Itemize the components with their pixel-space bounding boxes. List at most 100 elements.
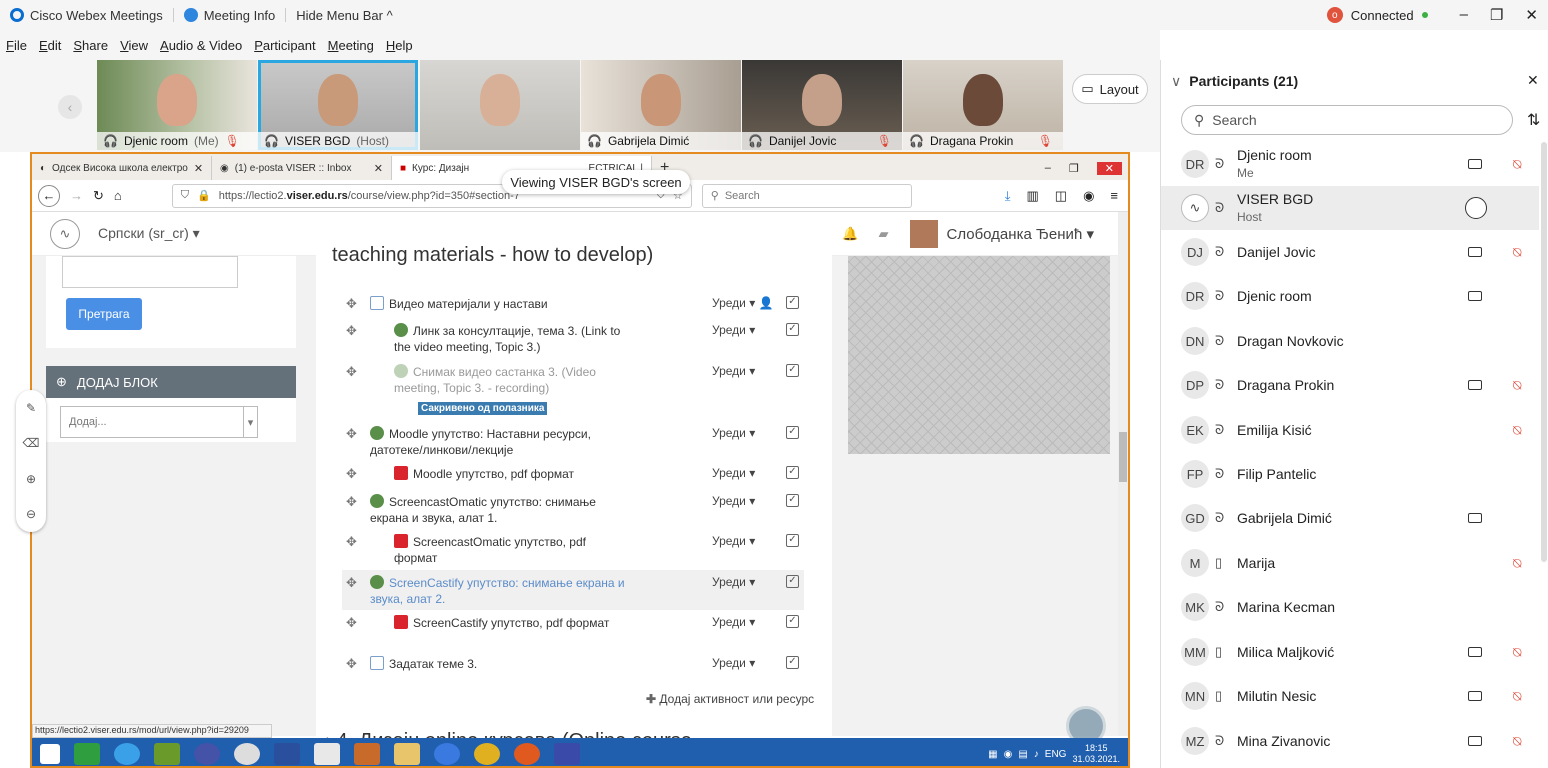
library-icon[interactable]: ▥ <box>1026 188 1038 204</box>
participant-row[interactable]: MM ▯ Milica Maljković ⍉ <box>1161 630 1539 674</box>
edit-menu[interactable]: Уреди ▾ <box>712 466 755 480</box>
menu-view[interactable]: View <box>120 38 148 53</box>
sidebar-icon[interactable]: ◫ <box>1055 188 1067 204</box>
move-icon[interactable]: ✥ <box>346 323 357 339</box>
completion-checkbox[interactable]: ✓ <box>786 534 799 547</box>
mic-muted-icon[interactable]: ⍉ <box>1513 156 1521 173</box>
participant-row[interactable]: DN ᘐ Dragan Novkovic <box>1161 319 1539 363</box>
mic-muted-icon[interactable]: ⍉ <box>1513 244 1521 261</box>
video-tile[interactable] <box>420 60 580 150</box>
volume-icon[interactable]: ♪ <box>1034 749 1039 760</box>
close-window-icon[interactable]: ✕ <box>1096 161 1122 175</box>
video-camera-icon[interactable] <box>1468 691 1482 701</box>
zoom-out-icon[interactable]: ⊖ <box>26 507 36 521</box>
activity-title[interactable]: Линк за консултације, тема 3. (Link to t… <box>394 324 620 354</box>
menu-edit[interactable]: Edit <box>39 38 61 53</box>
menu-meeting[interactable]: Meeting <box>328 38 374 53</box>
hamburger-menu-icon[interactable]: ≡ <box>1110 188 1118 204</box>
activity-title[interactable]: ScreenCastify упутство, pdf формат <box>413 616 609 630</box>
panel-scrollbar[interactable] <box>1541 142 1547 562</box>
close-window-icon[interactable]: ✕ <box>1525 6 1538 24</box>
mic-muted-icon[interactable]: ⍉ <box>1513 555 1521 572</box>
file-explorer-icon[interactable] <box>394 743 420 765</box>
move-icon[interactable]: ✥ <box>346 466 357 482</box>
app-icon[interactable] <box>274 743 300 765</box>
completion-checkbox[interactable]: ✓ <box>786 296 799 309</box>
activity-title[interactable]: Moodle упутство: Наставни ресурси, датот… <box>370 427 591 457</box>
network-icon[interactable]: ▤ <box>1018 749 1027 760</box>
user-menu[interactable]: Слободанка Ђенић ▾ <box>946 225 1094 243</box>
search-button[interactable]: Претрага <box>66 298 142 330</box>
chrome-icon[interactable] <box>474 743 500 765</box>
account-icon[interactable]: ◉ <box>1083 188 1094 204</box>
tray-icon[interactable]: ◉ <box>1004 749 1013 760</box>
edit-menu[interactable]: Уреди ▾ <box>712 323 755 337</box>
move-icon[interactable]: ✥ <box>346 426 357 442</box>
close-panel-icon[interactable]: ✕ <box>1527 72 1539 89</box>
messages-icon[interactable]: ▰ <box>878 226 888 242</box>
participant-row[interactable]: FP ᘐ Filip Pantelic <box>1161 452 1539 496</box>
completion-checkbox[interactable]: ✓ <box>786 466 799 479</box>
reload-icon[interactable]: ↻ <box>93 188 104 204</box>
internet-explorer-icon[interactable] <box>114 743 140 765</box>
mic-muted-icon[interactable]: ⍉ <box>1513 422 1521 439</box>
mic-muted-icon[interactable]: ⍉ <box>1513 377 1521 394</box>
video-camera-icon[interactable] <box>1468 247 1482 257</box>
move-icon[interactable]: ✥ <box>346 656 357 672</box>
participant-row[interactable]: MN ▯ Milutin Nesic ⍉ <box>1161 674 1539 718</box>
mic-muted-icon[interactable]: ⍉ <box>1513 688 1521 705</box>
menu-file[interactable]: File <box>6 38 27 53</box>
edit-menu[interactable]: Уреди ▾ <box>712 575 755 589</box>
tray-icon[interactable]: ▦ <box>988 749 997 760</box>
chat-bubble-icon[interactable] <box>1465 197 1487 219</box>
edit-menu[interactable]: Уреди ▾ 👤 <box>712 296 774 310</box>
participant-row[interactable]: MZ ᘐ Mina Zivanovic ⍉ <box>1161 719 1539 763</box>
video-tile[interactable]: 🎧 Djenic room (Me) 🎙︎ <box>97 60 257 150</box>
menu-audio-video[interactable]: Audio & Video <box>160 38 242 53</box>
video-camera-icon[interactable] <box>1468 291 1482 301</box>
video-camera-icon[interactable] <box>1468 647 1482 657</box>
browser-search-box[interactable]: ⚲ Search <box>701 183 912 208</box>
video-camera-icon[interactable] <box>1468 159 1482 169</box>
completion-checkbox[interactable]: ✓ <box>786 323 799 336</box>
video-camera-icon[interactable] <box>1468 380 1482 390</box>
mic-muted-icon[interactable]: ⍉ <box>1513 644 1521 661</box>
browser-tab[interactable]: ◉ (1) e-posta VISER :: Inbox ✕ <box>212 156 392 180</box>
layout-button[interactable]: ▭ Layout <box>1072 74 1148 104</box>
video-camera-icon[interactable] <box>1468 513 1482 523</box>
participant-row[interactable]: MK ᘐ Marina Kecman <box>1161 585 1539 629</box>
dreamweaver-icon[interactable] <box>154 743 180 765</box>
completion-checkbox[interactable]: ✓ <box>786 615 799 628</box>
participant-search-input[interactable]: ⚲ Search <box>1181 105 1513 135</box>
completion-checkbox[interactable]: ✓ <box>786 364 799 377</box>
course-search-input[interactable] <box>62 256 238 288</box>
move-icon[interactable]: ✥ <box>346 364 357 380</box>
completion-checkbox[interactable]: ✓ <box>786 426 799 439</box>
download-icon[interactable]: ⤓ <box>1005 188 1011 204</box>
video-tile[interactable]: 🎧 Gabrijela Dimić <box>581 60 741 150</box>
completion-checkbox[interactable]: ✓ <box>786 656 799 669</box>
file-manager-icon[interactable] <box>74 743 100 765</box>
menu-share[interactable]: Share <box>73 38 108 53</box>
activity-title[interactable]: Moodle упутство, pdf формат <box>413 467 574 481</box>
restore-icon[interactable]: ❐ <box>1069 162 1079 175</box>
save-app-icon[interactable] <box>554 743 580 765</box>
moodle-app-icon[interactable] <box>234 743 260 765</box>
edit-menu[interactable]: Уреди ▾ <box>712 494 755 508</box>
close-tab-icon[interactable]: ✕ <box>194 162 203 175</box>
chevron-down-icon[interactable]: ∨ <box>1171 73 1181 90</box>
participant-row[interactable]: GD ᘐ Gabrijela Dimić <box>1161 496 1539 540</box>
activity-title[interactable]: ScreencastOmatic упутство, pdf формат <box>394 535 586 565</box>
video-tile[interactable]: 🎧 Danijel Jovic 🎙︎ <box>742 60 902 150</box>
app-icon[interactable] <box>354 743 380 765</box>
video-tile-active[interactable]: 🎧 VISER BGD (Host) <box>258 60 418 150</box>
sort-icon[interactable]: ⇅ <box>1527 110 1540 130</box>
add-block-header[interactable]: ⊕ ДОДАЈ БЛОК <box>46 366 296 398</box>
language-selector[interactable]: Српски (sr_cr) ▾ <box>98 225 200 242</box>
completion-checkbox[interactable]: ✓ <box>786 575 799 588</box>
activity-title[interactable]: ScreencastOmatic упутство: снимање екран… <box>370 495 596 525</box>
add-activity-link[interactable]: ✚ Додај активност или ресурс <box>646 692 814 706</box>
mic-muted-icon[interactable]: ⍉ <box>1513 733 1521 750</box>
language-indicator[interactable]: ENG <box>1045 749 1067 760</box>
participant-row[interactable]: DR ᘐ Djenic room <box>1161 274 1539 318</box>
